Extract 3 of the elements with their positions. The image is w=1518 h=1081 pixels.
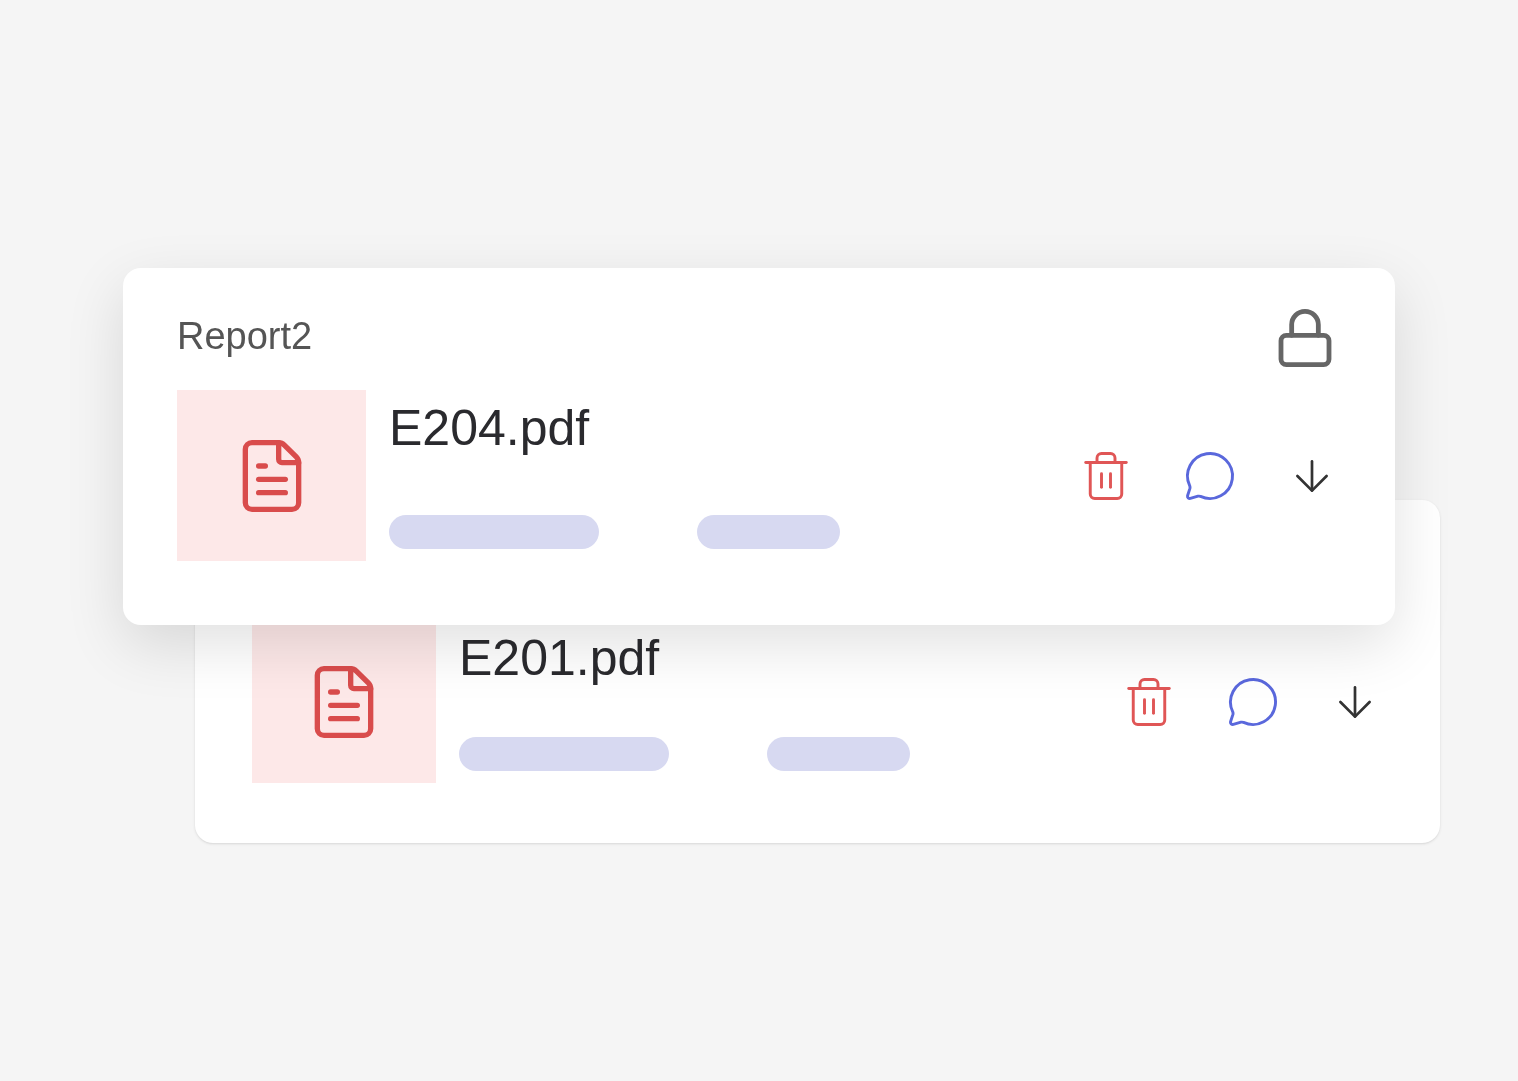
file-name: E201.pdf	[459, 629, 661, 688]
file-name: E204.pdf	[389, 399, 591, 458]
card-title: Report2	[177, 314, 313, 359]
